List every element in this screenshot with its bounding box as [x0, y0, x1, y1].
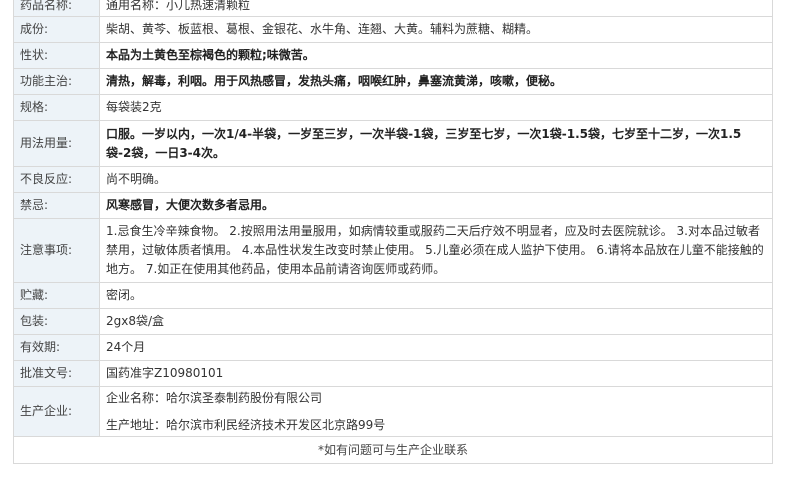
row-ingredients: 成份: 柴胡、黄芩、板蓝根、葛根、金银花、水牛角、连翘、大黄。辅料为蔗糖、糊精。: [13, 16, 773, 43]
label-specification: 规格:: [13, 94, 100, 121]
label-dosage: 用法用量:: [13, 120, 100, 167]
label-storage: 贮藏:: [13, 282, 100, 309]
row-approval-number: 批准文号: 国药准字Z10980101: [13, 360, 773, 387]
row-validity: 有效期: 24个月: [13, 334, 773, 361]
label-precautions: 注意事项:: [13, 218, 100, 283]
value-dosage: 口服。一岁以内，一次1/4-半袋，一岁至三岁，一次半袋-1袋，三岁至七岁，一次1…: [99, 120, 773, 167]
row-indications: 功能主治: 清热，解毒，利咽。用于风热感冒，发热头痛，咽喉红肿，鼻塞流黄涕，咳嗽…: [13, 68, 773, 95]
row-manufacturer: 生产企业: 企业名称：哈尔滨圣泰制药股份有限公司 生产地址：哈尔滨市利民经济技术…: [13, 386, 773, 437]
drug-info-table: 药品名称: 通用名称：小儿热速清颗粒 成份: 柴胡、黄芩、板蓝根、葛根、金银花、…: [13, 0, 773, 437]
row-storage: 贮藏: 密闭。: [13, 282, 773, 309]
label-appearance: 性状:: [13, 42, 100, 69]
value-appearance: 本品为土黄色至棕褐色的颗粒;味微苦。: [99, 42, 773, 69]
label-indications: 功能主治:: [13, 68, 100, 95]
value-approval-number: 国药准字Z10980101: [99, 360, 773, 387]
label-adverse-reactions: 不良反应:: [13, 166, 100, 193]
value-indications: 清热，解毒，利咽。用于风热感冒，发热头痛，咽喉红肿，鼻塞流黄涕，咳嗽，便秘。: [99, 68, 773, 95]
label-drug-name: 药品名称:: [13, 0, 100, 17]
manufacturer-name: 企业名称：哈尔滨圣泰制药股份有限公司: [106, 390, 323, 405]
label-manufacturer: 生产企业:: [13, 386, 100, 437]
value-ingredients: 柴胡、黄芩、板蓝根、葛根、金银花、水牛角、连翘、大黄。辅料为蔗糖、糊精。: [99, 16, 773, 43]
value-manufacturer: 企业名称：哈尔滨圣泰制药股份有限公司 生产地址：哈尔滨市利民经济技术开发区北京路…: [99, 386, 773, 437]
value-specification: 每袋装2克: [99, 94, 773, 121]
label-approval-number: 批准文号:: [13, 360, 100, 387]
label-packaging: 包装:: [13, 308, 100, 335]
value-adverse-reactions: 尚不明确。: [99, 166, 773, 193]
value-validity: 24个月: [99, 334, 773, 361]
value-contraindications: 风寒感冒，大便次数多者忌用。: [99, 192, 773, 219]
drug-info-panel: 药品名称: 通用名称：小儿热速清颗粒 成份: 柴胡、黄芩、板蓝根、葛根、金银花、…: [13, 0, 773, 464]
row-appearance: 性状: 本品为土黄色至棕褐色的颗粒;味微苦。: [13, 42, 773, 69]
row-dosage: 用法用量: 口服。一岁以内，一次1/4-半袋，一岁至三岁，一次半袋-1袋，三岁至…: [13, 120, 773, 167]
value-packaging: 2gx8袋/盒: [99, 308, 773, 335]
value-precautions: 1.忌食生冷辛辣食物。 2.按照用法用量服用，如病情较重或服药二天后疗效不明显者…: [99, 218, 773, 283]
label-ingredients: 成份:: [13, 16, 100, 43]
row-specification: 规格: 每袋装2克: [13, 94, 773, 121]
row-packaging: 包装: 2gx8袋/盒: [13, 308, 773, 335]
manufacturer-address: 生产地址：哈尔滨市利民经济技术开发区北京路99号: [106, 417, 386, 432]
label-validity: 有效期:: [13, 334, 100, 361]
label-contraindications: 禁忌:: [13, 192, 100, 219]
row-adverse-reactions: 不良反应: 尚不明确。: [13, 166, 773, 193]
row-precautions: 注意事项: 1.忌食生冷辛辣食物。 2.按照用法用量服用，如病情较重或服药二天后…: [13, 218, 773, 283]
contact-note: *如有问题可与生产企业联系: [13, 437, 773, 464]
value-storage: 密闭。: [99, 282, 773, 309]
row-drug-name: 药品名称: 通用名称：小儿热速清颗粒: [13, 0, 773, 17]
value-drug-name: 通用名称：小儿热速清颗粒: [99, 0, 773, 17]
row-contraindications: 禁忌: 风寒感冒，大便次数多者忌用。: [13, 192, 773, 219]
